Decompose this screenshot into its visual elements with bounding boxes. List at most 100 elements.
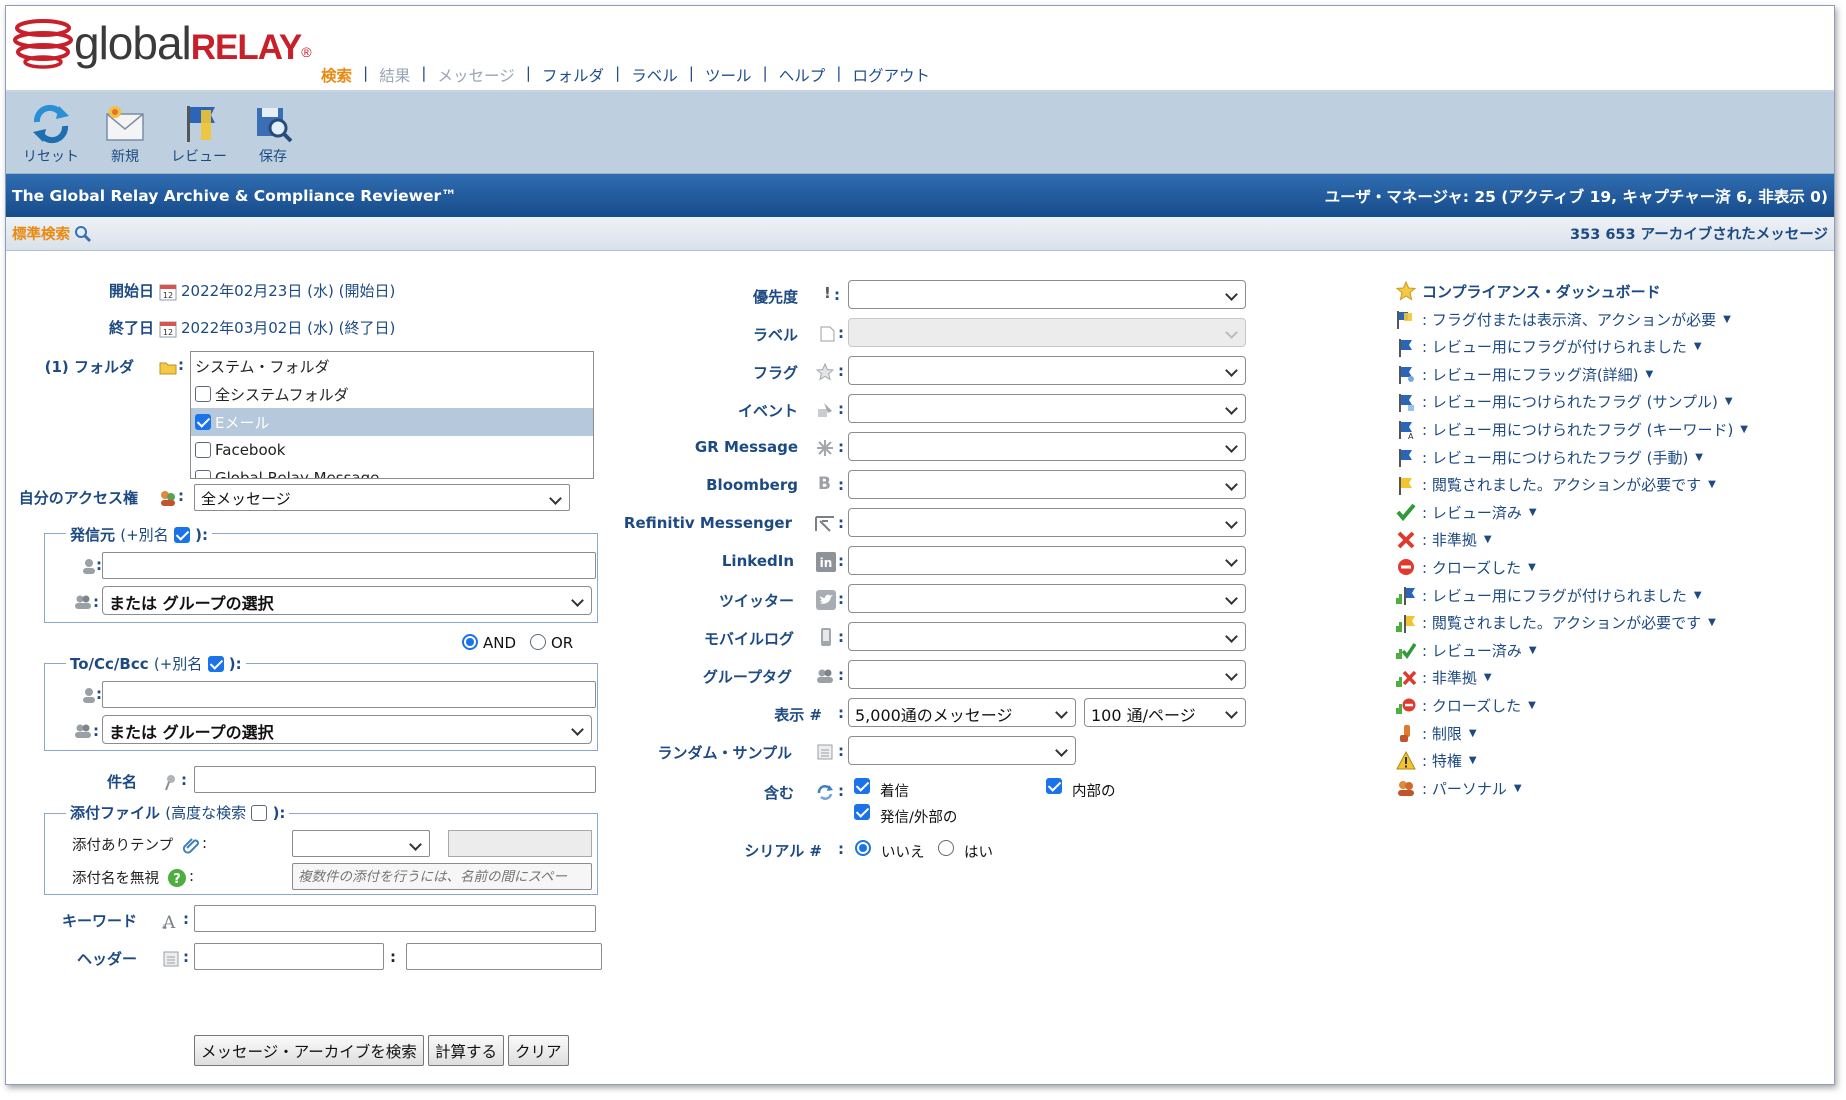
dropdown-arrow-icon[interactable]: ▼ <box>1528 562 1536 573</box>
nav-tools[interactable]: ツール <box>705 64 752 86</box>
attachment-advanced-checkbox[interactable] <box>251 805 268 821</box>
dashboard-item[interactable]: : 非準拠 ▼ <box>1396 528 1492 552</box>
start-date-value[interactable]: 2022年02月23日 (水) (開始日) <box>181 280 395 301</box>
and-radio[interactable] <box>462 634 478 650</box>
dashboard-item[interactable]: : レビュー用にフラグが付けられました ▼ <box>1396 583 1702 607</box>
dropdown-arrow-icon[interactable]: ▼ <box>1529 507 1537 518</box>
save-button[interactable]: 保存 <box>236 92 310 172</box>
recipients-input[interactable] <box>102 681 596 708</box>
subject-input[interactable] <box>194 766 596 793</box>
label-select[interactable] <box>848 318 1246 347</box>
sender-group-select[interactable]: または グループの選択 <box>102 586 592 615</box>
folder-checkbox[interactable] <box>195 470 211 478</box>
nav-folders[interactable]: フォルダ <box>542 64 604 86</box>
include-incoming-checkbox[interactable] <box>854 778 870 794</box>
dropdown-arrow-icon[interactable]: ▼ <box>1694 341 1702 352</box>
dashboard-item[interactable]: : レビュー用につけられたフラグ (サンプル) ▼ <box>1396 390 1733 414</box>
folder-option-global-relay-message[interactable]: Global Relay Message <box>191 464 593 478</box>
include-internal-checkbox[interactable] <box>1046 778 1062 794</box>
display-count-select[interactable]: 5,000通のメッセージ <box>848 698 1076 727</box>
clear-button[interactable]: クリア <box>508 1035 569 1066</box>
nav-messages[interactable]: メッセージ <box>438 64 515 86</box>
dropdown-arrow-icon[interactable]: ▼ <box>1695 452 1703 463</box>
dropdown-arrow-icon[interactable]: ▼ <box>1484 672 1492 683</box>
dashboard-item[interactable]: : レビュー用につけられたフラグ (手動) ▼ <box>1396 445 1703 469</box>
group-tag-select[interactable] <box>848 660 1246 689</box>
nav-logout[interactable]: ログアウト <box>852 64 930 86</box>
mobile-log-select[interactable] <box>848 622 1246 651</box>
event-select[interactable] <box>848 394 1246 423</box>
dropdown-arrow-icon[interactable]: ▼ <box>1469 755 1477 766</box>
folder-option-facebook[interactable]: Facebook <box>191 436 593 464</box>
calendar-icon[interactable]: 12 <box>159 283 177 301</box>
dropdown-arrow-icon[interactable]: ▼ <box>1708 479 1716 490</box>
dashboard-item[interactable]: : レビュー済み ▼ <box>1396 638 1537 662</box>
dropdown-arrow-icon[interactable]: ▼ <box>1646 369 1654 380</box>
nav-labels[interactable]: ラベル <box>631 64 678 86</box>
header-value-input[interactable] <box>406 943 602 970</box>
dashboard-item[interactable]: : パーソナル ▼ <box>1396 776 1522 800</box>
dropdown-arrow-icon[interactable]: ▼ <box>1740 424 1748 435</box>
search-archive-button[interactable]: メッセージ・アーカイブを検索 <box>194 1035 424 1066</box>
dropdown-arrow-icon[interactable]: ▼ <box>1723 314 1731 325</box>
dashboard-item[interactable]: : 閲覧されました。アクションが必要です ▼ <box>1396 611 1716 635</box>
access-select[interactable]: 全メッセージ <box>194 484 570 511</box>
nav-help[interactable]: ヘルプ <box>779 64 826 86</box>
sender-input[interactable] <box>102 552 596 579</box>
header-name-input[interactable] <box>194 943 384 970</box>
or-radio[interactable] <box>530 634 546 650</box>
folder-option-email[interactable]: Eメール <box>191 408 593 436</box>
nav-results[interactable]: 結果 <box>379 64 410 86</box>
dropdown-arrow-icon[interactable]: ▼ <box>1529 645 1537 656</box>
attach-ignore-input[interactable] <box>292 863 592 890</box>
bloomberg-select[interactable] <box>848 470 1246 499</box>
compliance-dashboard-title[interactable]: コンプライアンス・ダッシュボード <box>1396 279 1661 303</box>
gr-message-select[interactable] <box>848 432 1246 461</box>
dropdown-arrow-icon[interactable]: ▼ <box>1725 396 1733 407</box>
dropdown-arrow-icon[interactable]: ▼ <box>1469 728 1477 739</box>
folder-checkbox[interactable] <box>195 442 211 458</box>
calendar-icon[interactable]: 12 <box>159 320 177 338</box>
new-button[interactable]: 新規 <box>88 92 162 172</box>
random-sample-select[interactable] <box>848 736 1076 765</box>
dropdown-arrow-icon[interactable]: ▼ <box>1514 783 1522 794</box>
sender-alias-checkbox[interactable] <box>173 527 190 543</box>
dropdown-arrow-icon[interactable]: ▼ <box>1694 590 1702 601</box>
dashboard-item[interactable]: : レビュー用にフラッグ済(詳細) ▼ <box>1396 362 1653 386</box>
attach-temp-select[interactable] <box>292 830 430 857</box>
count-button[interactable]: 計算する <box>428 1035 505 1066</box>
dashboard-item[interactable]: : レビュー用にフラグが付けられました ▼ <box>1396 335 1702 359</box>
help-icon[interactable]: ? <box>167 868 187 888</box>
dashboard-item[interactable]: : クローズした ▼ <box>1396 693 1536 717</box>
linkedin-select[interactable] <box>848 546 1246 575</box>
serial-no-radio[interactable] <box>855 840 871 856</box>
dashboard-item[interactable]: : 非準拠 ▼ <box>1396 666 1492 690</box>
dashboard-item[interactable]: : レビュー済み ▼ <box>1396 500 1537 524</box>
folder-list[interactable]: システム・フォルダ 全システムフォルダ Eメール Facebook Global… <box>190 351 594 479</box>
nav-search[interactable]: 検索 <box>321 64 352 86</box>
dropdown-arrow-icon[interactable]: ▼ <box>1708 617 1716 628</box>
refinitiv-select[interactable] <box>848 508 1246 537</box>
dashboard-item[interactable]: : 特権 ▼ <box>1396 749 1477 773</box>
per-page-select[interactable]: 100 通/ページ <box>1084 698 1246 727</box>
recipients-alias-checkbox[interactable] <box>207 656 224 672</box>
dashboard-item[interactable]: : 制限 ▼ <box>1396 721 1477 745</box>
reset-button[interactable]: リセット <box>14 92 88 172</box>
folder-checkbox[interactable] <box>195 386 211 402</box>
dropdown-arrow-icon[interactable]: ▼ <box>1484 534 1492 545</box>
dashboard-item[interactable]: : クローズした ▼ <box>1396 555 1536 579</box>
dashboard-item[interactable]: : フラグ付または表示済、アクションが必要 ▼ <box>1396 307 1731 331</box>
flag-select[interactable] <box>848 356 1246 385</box>
folder-option-all-system[interactable]: 全システムフォルダ <box>191 380 593 408</box>
serial-yes-radio[interactable] <box>938 840 954 856</box>
review-button[interactable]: レビュー <box>162 92 236 172</box>
end-date-value[interactable]: 2022年03月02日 (水) (終了日) <box>181 317 395 338</box>
dashboard-item[interactable]: A: レビュー用につけられたフラグ (キーワード) ▼ <box>1396 417 1748 441</box>
priority-select[interactable] <box>848 280 1246 309</box>
standard-search-tab[interactable]: 標準検索 <box>12 223 92 244</box>
twitter-select[interactable] <box>848 584 1246 613</box>
keyword-input[interactable] <box>194 905 596 932</box>
folder-checkbox[interactable] <box>195 414 211 430</box>
dashboard-item[interactable]: : 閲覧されました。アクションが必要です ▼ <box>1396 473 1716 497</box>
recipients-group-select[interactable]: または グループの選択 <box>102 715 592 744</box>
